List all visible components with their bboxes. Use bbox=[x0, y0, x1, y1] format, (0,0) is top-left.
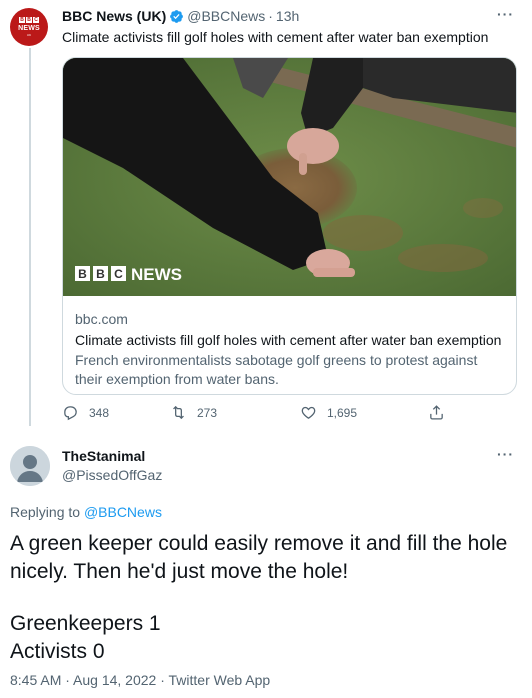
tweet-timestamp-footer[interactable]: 8:45 AM · Aug 14, 2022 · Twitter Web App bbox=[10, 672, 270, 688]
verified-badge-icon bbox=[170, 9, 184, 23]
like-icon bbox=[301, 406, 316, 419]
tweet1-text: Climate activists fill golf holes with c… bbox=[62, 29, 489, 45]
more-options-button[interactable]: ··· bbox=[497, 6, 514, 22]
bbc-avatar-word: NEWS bbox=[18, 25, 40, 32]
replying-to-prefix: Replying to bbox=[10, 504, 81, 520]
reply-text-line: Activists 0 bbox=[10, 640, 105, 663]
retweet-count: 273 bbox=[197, 405, 218, 420]
bbc-avatar[interactable]: B B C NEWS UK bbox=[10, 8, 48, 46]
replying-to: Replying to @BBCNews bbox=[10, 504, 162, 520]
tweet1-actions: 348 273 1,695 bbox=[62, 404, 452, 426]
like-button[interactable]: 1,695 bbox=[300, 404, 357, 421]
retweet-button[interactable]: 273 bbox=[170, 404, 217, 421]
bbc-logo-blocks: B B C bbox=[19, 17, 39, 23]
share-button[interactable] bbox=[428, 404, 455, 421]
reply-count: 348 bbox=[89, 405, 110, 420]
default-profile-icon bbox=[10, 446, 50, 486]
card-title: Climate activists fill golf holes with c… bbox=[75, 332, 502, 348]
author-name[interactable]: BBC News (UK) bbox=[62, 8, 166, 24]
card-description: French environmentalists sabotage golf g… bbox=[75, 352, 478, 387]
tweet1-header: BBC News (UK) @BBCNews · 13h bbox=[62, 8, 299, 24]
card-photo-illustration: B B C NEWS bbox=[63, 58, 516, 296]
reply-author-handle[interactable]: @PissedOffGaz bbox=[62, 467, 162, 483]
author-handle[interactable]: @BBCNews bbox=[187, 8, 265, 24]
card-image[interactable]: B B C NEWS bbox=[63, 58, 516, 296]
reply-text: A green keeper could easily remove it an… bbox=[10, 530, 520, 666]
svg-text:C: C bbox=[114, 267, 123, 281]
reply-icon bbox=[64, 406, 77, 421]
link-card[interactable]: B B C NEWS bbc.com Climate activists fil… bbox=[62, 57, 517, 395]
reply-text-line: A green keeper could easily remove it an… bbox=[10, 532, 508, 583]
reply-button[interactable]: 348 bbox=[62, 404, 109, 421]
reply-text-line: Greenkeepers 1 bbox=[10, 612, 161, 635]
reply-more-options-button[interactable]: ··· bbox=[497, 446, 514, 462]
replying-to-link[interactable]: @BBCNews bbox=[84, 504, 162, 520]
like-count: 1,695 bbox=[327, 405, 358, 420]
card-meta: bbc.com Climate activists fill golf hole… bbox=[63, 296, 516, 394]
thread-connector bbox=[29, 48, 31, 426]
svg-text:NEWS: NEWS bbox=[131, 265, 182, 284]
tweet-time[interactable]: 13h bbox=[276, 8, 299, 24]
retweet-icon bbox=[173, 405, 184, 420]
svg-text:B: B bbox=[78, 267, 87, 281]
share-icon bbox=[430, 405, 443, 420]
bbc-avatar-sub: UK bbox=[26, 33, 32, 37]
separator-dot: · bbox=[268, 8, 273, 24]
reply-author-name[interactable]: TheStanimal bbox=[62, 448, 145, 464]
card-domain: bbc.com bbox=[75, 311, 128, 327]
default-avatar[interactable] bbox=[10, 446, 50, 486]
svg-text:B: B bbox=[96, 267, 105, 281]
